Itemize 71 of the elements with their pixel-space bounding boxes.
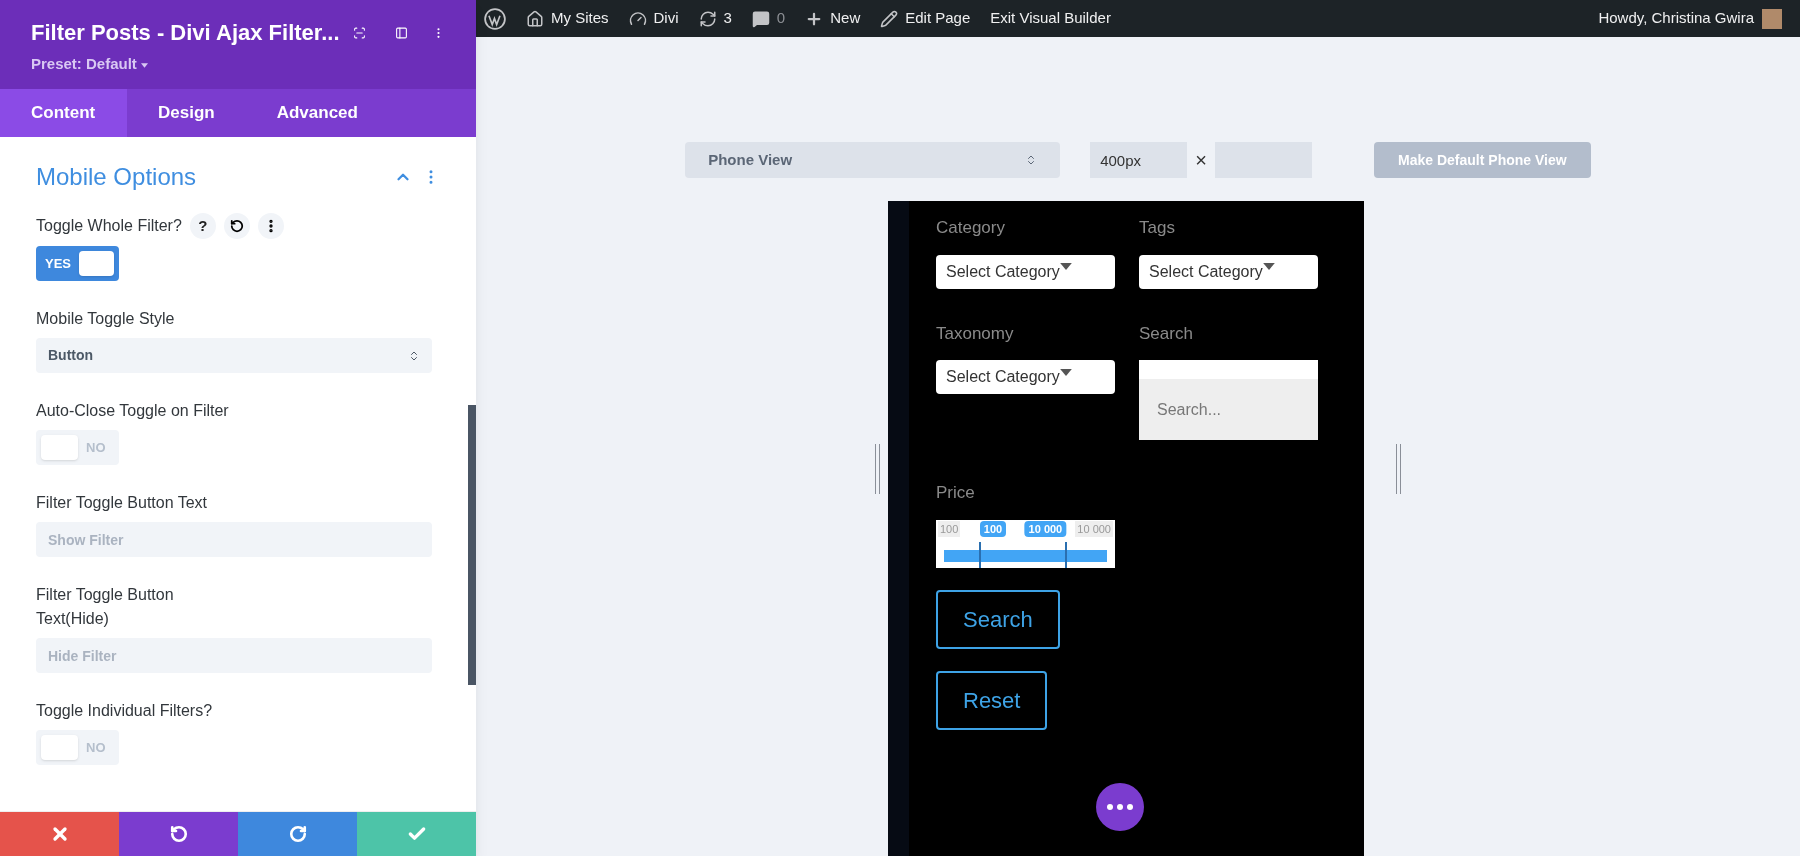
wordpress-logo-icon[interactable] [484, 7, 506, 30]
handle-value-label: 100 [979, 520, 1007, 537]
caret-icon [1262, 263, 1275, 270]
admin-bar-link[interactable]: 0 [776, 7, 786, 30]
admin-bar-link[interactable]: Divi [653, 7, 679, 30]
refresh-icon [698, 9, 717, 28]
avatar-placeholder[interactable] [1762, 8, 1782, 29]
slider-handle[interactable] [978, 541, 981, 568]
admin-bar-link[interactable]: New [830, 7, 861, 30]
preset-dropdown[interactable]: Preset: Default [31, 53, 149, 76]
filter-label: Category [936, 217, 1006, 239]
toggle-thumb [79, 251, 114, 276]
admin-bar-link[interactable]: Edit Page [905, 7, 971, 30]
category-select[interactable]: Select Category [936, 360, 1115, 394]
toggle-label: NO [86, 438, 106, 457]
scrollbar[interactable] [468, 405, 476, 685]
outline-button[interactable]: Reset [936, 670, 1048, 730]
filter-label: Search [1139, 322, 1194, 345]
handle-value-label: 10 000 [1024, 520, 1067, 537]
undo-icon [169, 825, 188, 843]
category-select[interactable]: Select Category [936, 254, 1115, 289]
reset-icon[interactable] [223, 213, 250, 239]
toggle-switch[interactable]: YES [36, 246, 119, 281]
admin-bar-link[interactable]: Exit Visual Builder [990, 7, 1111, 30]
field-label: Toggle Individual Filters? [36, 701, 213, 721]
greeting-link[interactable]: Howdy, Christina Gwira [1598, 7, 1754, 30]
undo-button[interactable] [119, 812, 238, 856]
caret-icon [1059, 263, 1072, 270]
gauge-icon [628, 9, 647, 28]
outline-button[interactable]: Search [936, 589, 1060, 649]
view-select[interactable]: Phone View [685, 142, 1061, 178]
slider-handle[interactable] [1065, 541, 1068, 568]
field-label: Filter Toggle Button Text [36, 493, 208, 513]
select-field[interactable]: Button [36, 338, 432, 373]
comment-icon [751, 9, 770, 28]
filter-label: Tags [1139, 217, 1176, 239]
admin-bar-link[interactable]: My Sites [551, 7, 609, 30]
text-field[interactable]: Show Filter [36, 522, 432, 557]
houses-icon [526, 9, 544, 28]
width-field[interactable]: 400px [1090, 142, 1188, 178]
admin-bar-link[interactable]: 3 [723, 7, 732, 30]
more-icon[interactable] [257, 213, 284, 239]
panel-tab[interactable]: Advanced [245, 89, 389, 137]
panel-tab[interactable]: Design [127, 89, 246, 137]
field-label: Auto-Close Toggle on Filter [36, 401, 229, 421]
caret-icon [141, 62, 149, 68]
filter-label: Taxonomy [936, 322, 1015, 345]
caret-icon [1059, 368, 1072, 376]
resize-handle[interactable] [1396, 443, 1401, 494]
toggle-thumb [41, 435, 78, 460]
toggle-label: YES [44, 254, 71, 273]
pencil-icon [880, 9, 899, 28]
field-label: Toggle Whole Filter? [36, 216, 182, 236]
help-button[interactable]: ? [189, 213, 216, 239]
redo-icon [288, 825, 307, 843]
toggle-label: NO [86, 738, 106, 757]
text-field[interactable]: Hide Filter [36, 638, 432, 673]
field-label: Filter Toggle Button Text(Hide) [36, 585, 175, 629]
field-label: Mobile Toggle Style [36, 309, 175, 329]
category-select[interactable]: Select Category [1139, 254, 1318, 289]
panel-tab[interactable]: Content [0, 89, 127, 137]
toggle-thumb [41, 735, 78, 760]
max-label: 10 000 [1075, 520, 1113, 537]
resize-handle[interactable] [875, 443, 880, 494]
times-sign: × [1195, 148, 1207, 173]
more-button[interactable] [1096, 783, 1144, 831]
sort-arrows-icon [408, 349, 420, 362]
panel-title: Filter Posts - Divi Ajax Filter... [31, 19, 337, 47]
filter-label: Price [936, 482, 976, 504]
min-label: 100 [938, 520, 961, 537]
redo-button[interactable] [238, 812, 357, 856]
